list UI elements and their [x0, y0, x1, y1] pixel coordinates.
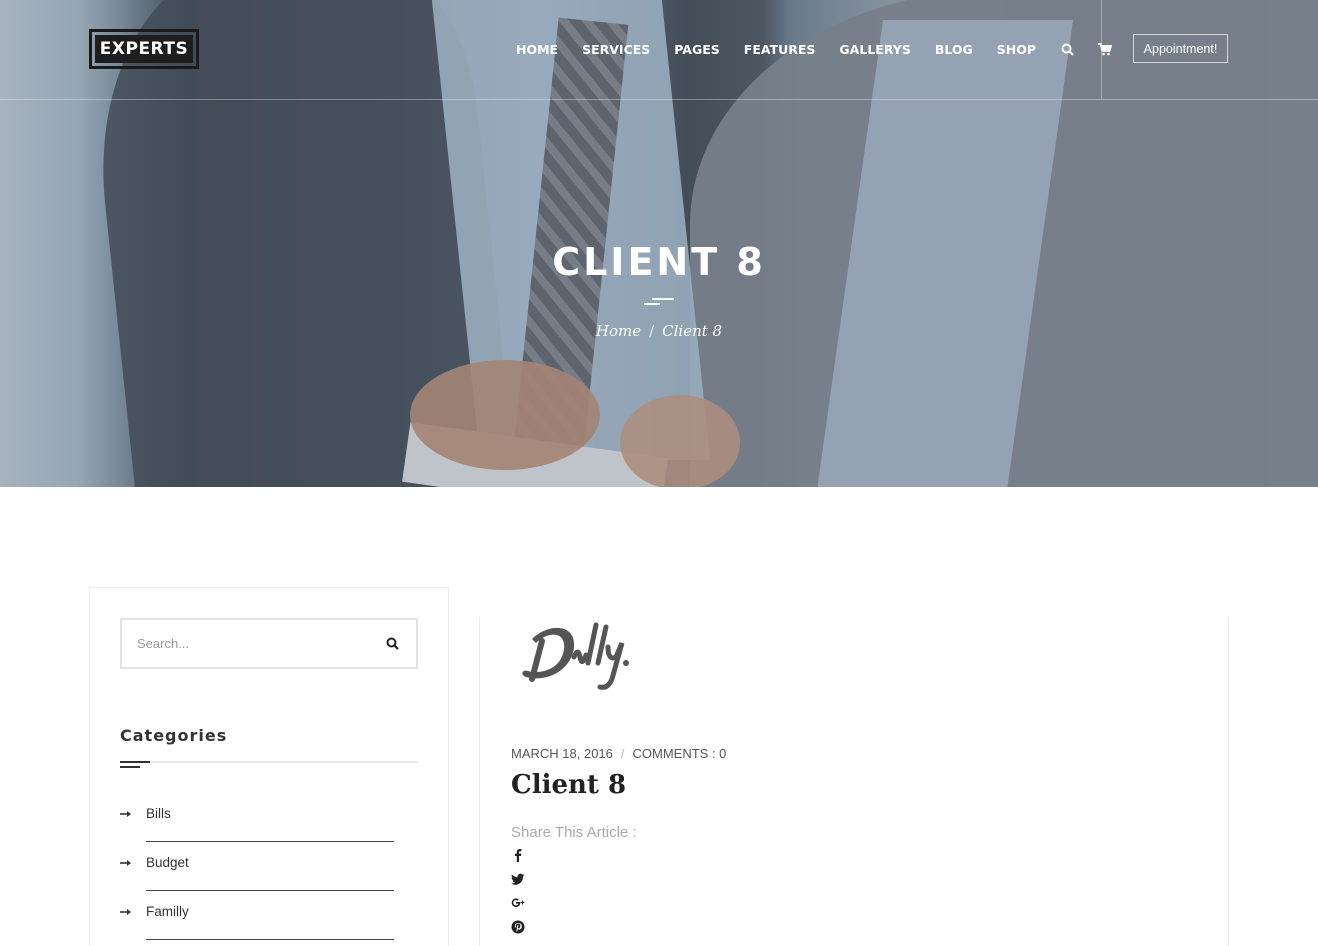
post-meta: MARCH 18, 2016 / COMMENTS : 0	[511, 746, 726, 761]
logo-text: EXPERTS	[95, 35, 193, 63]
google-plus-icon[interactable]	[511, 896, 525, 910]
nav-item-services[interactable]: SERVICES	[582, 42, 650, 57]
category-label: Budget	[146, 855, 189, 870]
appointment-button[interactable]: Appointment!	[1133, 34, 1228, 63]
category-item-familly[interactable]: Familly	[120, 904, 394, 946]
nav-item-shop[interactable]: SHOP	[997, 42, 1036, 57]
meta-separator: /	[620, 746, 625, 761]
search-box	[120, 618, 418, 669]
nav-item-gallerys[interactable]: GALLERYS	[839, 42, 910, 57]
nav-divider	[1101, 0, 1102, 99]
client-logo-image	[522, 622, 629, 690]
search-button[interactable]	[368, 620, 416, 667]
breadcrumb-home-link[interactable]: Home	[596, 322, 641, 340]
search-icon[interactable]	[1060, 42, 1074, 56]
main-nav: HOME SERVICES PAGES FEATURES GALLERYS BL…	[516, 40, 1136, 58]
site-header: EXPERTS HOME SERVICES PAGES FEATURES GAL…	[0, 0, 1318, 100]
twitter-icon[interactable]	[511, 872, 525, 886]
title-decoration	[644, 298, 674, 306]
category-label: Familly	[146, 904, 189, 919]
logo[interactable]: EXPERTS	[89, 29, 199, 69]
nav-item-blog[interactable]: BLOG	[935, 42, 973, 57]
categories-divider	[120, 761, 418, 763]
sidebar: Categories Bills Budget Familly	[89, 587, 449, 946]
hero-banner: EXPERTS HOME SERVICES PAGES FEATURES GAL…	[0, 0, 1318, 487]
category-label: Bills	[146, 806, 171, 821]
breadcrumb: Home / Client 8	[0, 322, 1318, 340]
post-date: MARCH 18, 2016	[511, 746, 613, 761]
nav-item-features[interactable]: FEATURES	[744, 42, 816, 57]
category-underline	[146, 890, 394, 891]
category-item-bills[interactable]: Bills	[120, 806, 394, 855]
post-content: MARCH 18, 2016 / COMMENTS : 0 Client 8 Sha…	[479, 617, 1229, 946]
categories-divider-accent-2	[120, 766, 140, 768]
category-item-budget[interactable]: Budget	[120, 855, 394, 904]
breadcrumb-separator: /	[649, 322, 655, 340]
page-title: CLIENT 8	[552, 240, 766, 284]
category-underline	[146, 841, 394, 842]
nav-item-home[interactable]: HOME	[516, 42, 558, 57]
facebook-icon[interactable]	[511, 848, 525, 862]
arrow-right-icon	[120, 860, 131, 866]
categories-divider-accent	[120, 761, 150, 763]
nav-item-pages[interactable]: PAGES	[674, 42, 720, 57]
categories-list: Bills Budget Familly	[120, 806, 394, 946]
arrow-right-icon	[120, 909, 131, 915]
breadcrumb-current: Client 8	[662, 322, 723, 340]
pinterest-icon[interactable]	[511, 920, 525, 934]
arrow-right-icon	[120, 811, 131, 817]
categories-title: Categories	[120, 726, 228, 745]
post-title: Client 8	[511, 770, 627, 800]
category-underline	[146, 939, 394, 940]
search-icon	[386, 637, 399, 650]
share-icons	[511, 848, 531, 944]
share-label: Share This Article :	[511, 824, 637, 841]
post-comments-count[interactable]: COMMENTS : 0	[633, 746, 727, 761]
search-input[interactable]	[122, 620, 368, 667]
